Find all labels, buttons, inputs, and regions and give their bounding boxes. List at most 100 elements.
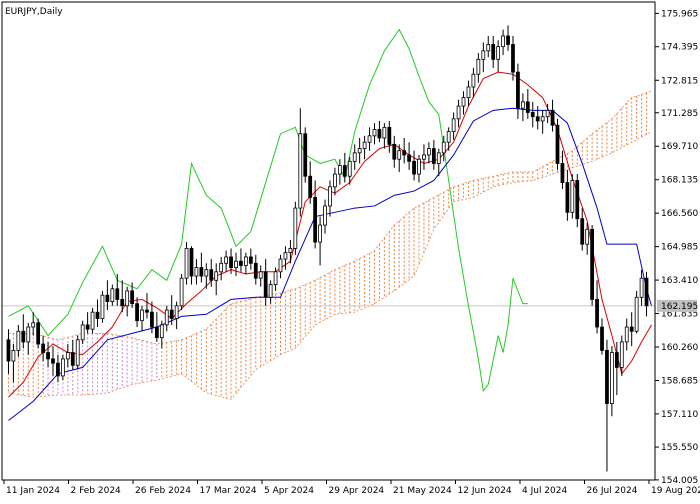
candle-body [41, 343, 45, 353]
candle-body [619, 341, 624, 368]
y-tick-label: 154.005 [661, 476, 698, 486]
candle-body [629, 326, 634, 332]
candle-body [471, 73, 476, 88]
candle-body [367, 135, 372, 143]
candle-body [209, 269, 214, 281]
candle-body [446, 131, 451, 143]
symbol-label: EURJPY,Daily [5, 7, 63, 17]
x-tick-label: 5 Apr 2024 [264, 486, 314, 496]
last-price-label: 162.195 [661, 302, 698, 312]
indicator-lines [8, 28, 652, 421]
candle-body [273, 271, 278, 285]
candle-body [145, 309, 149, 313]
candle-body [422, 154, 426, 160]
candle-body [90, 311, 95, 330]
candle-body [585, 228, 590, 245]
candle-body [342, 165, 347, 177]
candle-body [80, 324, 85, 341]
candle-body [6, 339, 11, 362]
candle-body [199, 267, 204, 277]
candle-body [100, 294, 105, 319]
candle-body [278, 258, 283, 273]
candle-body [600, 326, 604, 351]
candle-body [263, 271, 268, 298]
candle-body [520, 101, 525, 109]
candle-body [16, 330, 21, 351]
candle-body [535, 116, 540, 122]
x-tick-label: 26 Jul 2024 [587, 486, 638, 496]
candle-body [244, 256, 248, 266]
candle-body [56, 362, 60, 377]
candle-body [135, 303, 139, 322]
candle-body [298, 133, 303, 209]
candle-body [169, 309, 174, 319]
candle-body [75, 339, 80, 366]
candle-body [377, 129, 382, 139]
x-tick-label: 12 Jun 2024 [458, 486, 512, 496]
y-tick-label: 175.965 [661, 9, 698, 19]
candle-body [248, 256, 253, 264]
candle-body [51, 358, 55, 364]
y-tick-label: 158.685 [661, 376, 698, 386]
candle-body [605, 350, 609, 404]
candle-body [288, 248, 293, 254]
candle-body [501, 35, 505, 48]
y-tick-label: 172.815 [661, 76, 698, 86]
candle-body [184, 248, 189, 279]
candle-body [466, 86, 471, 98]
candle-body [239, 260, 243, 266]
y-tick-label: 166.560 [661, 209, 698, 219]
candle-body [26, 326, 31, 343]
candle-body [110, 288, 115, 302]
candle-body [610, 352, 614, 404]
candle-body [456, 105, 461, 120]
candle-body [159, 324, 164, 339]
candle-body [516, 71, 520, 109]
candle-body [436, 152, 441, 164]
candle-body [590, 228, 595, 300]
candle-body [427, 148, 431, 156]
tenkan-sen-line [8, 71, 652, 398]
candle-body [70, 352, 75, 366]
x-tick-label: 19 Aug 2024 [651, 486, 700, 496]
candle-body [219, 262, 224, 273]
candle-body [150, 311, 154, 328]
candle-body [85, 324, 90, 330]
y-tick-label: 168.135 [661, 176, 698, 186]
y-tick-label: 164.985 [661, 243, 698, 253]
candle-body [268, 284, 273, 298]
x-tick-label: 2 Feb 2024 [71, 486, 122, 496]
x-tick-label: 11 Jan 2024 [6, 486, 60, 496]
candle-body [313, 197, 318, 243]
candle-body [530, 112, 535, 118]
candle-body [224, 256, 228, 264]
ichimoku-cloud [7, 90, 652, 400]
candle-body [412, 160, 416, 175]
candle-body [634, 296, 639, 332]
candle-body [194, 267, 199, 277]
candle-body [130, 290, 135, 305]
candle-body [31, 322, 36, 328]
x-tick-label: 4 Jul 2024 [522, 486, 567, 496]
y-tick-label: 171.285 [661, 109, 698, 119]
candle-body [595, 299, 599, 328]
x-tick-label: 21 May 2024 [393, 486, 452, 496]
chart-container[interactable]: 175.965 174.395 172.815 171.285 169.710 168.1… [0, 0, 700, 500]
candle-body [21, 330, 26, 343]
x-tick-label: 26 Feb 2024 [135, 486, 191, 496]
candle-body [382, 126, 387, 139]
candle-body [357, 148, 362, 154]
candle-body [486, 44, 491, 52]
plot-frame [1, 1, 656, 481]
candle-body [451, 118, 456, 132]
candle-body [511, 44, 515, 73]
candle-body [95, 311, 100, 319]
candle-body [308, 175, 313, 198]
candle-body [105, 294, 110, 302]
candle-body [352, 152, 357, 162]
chart-svg[interactable]: 175.965 174.395 172.815 171.285 169.710 168.1… [0, 0, 700, 500]
candle-body [407, 154, 411, 162]
candle-body [644, 277, 649, 307]
candle-body [639, 277, 644, 298]
y-tick-label: 157.110 [661, 410, 698, 420]
